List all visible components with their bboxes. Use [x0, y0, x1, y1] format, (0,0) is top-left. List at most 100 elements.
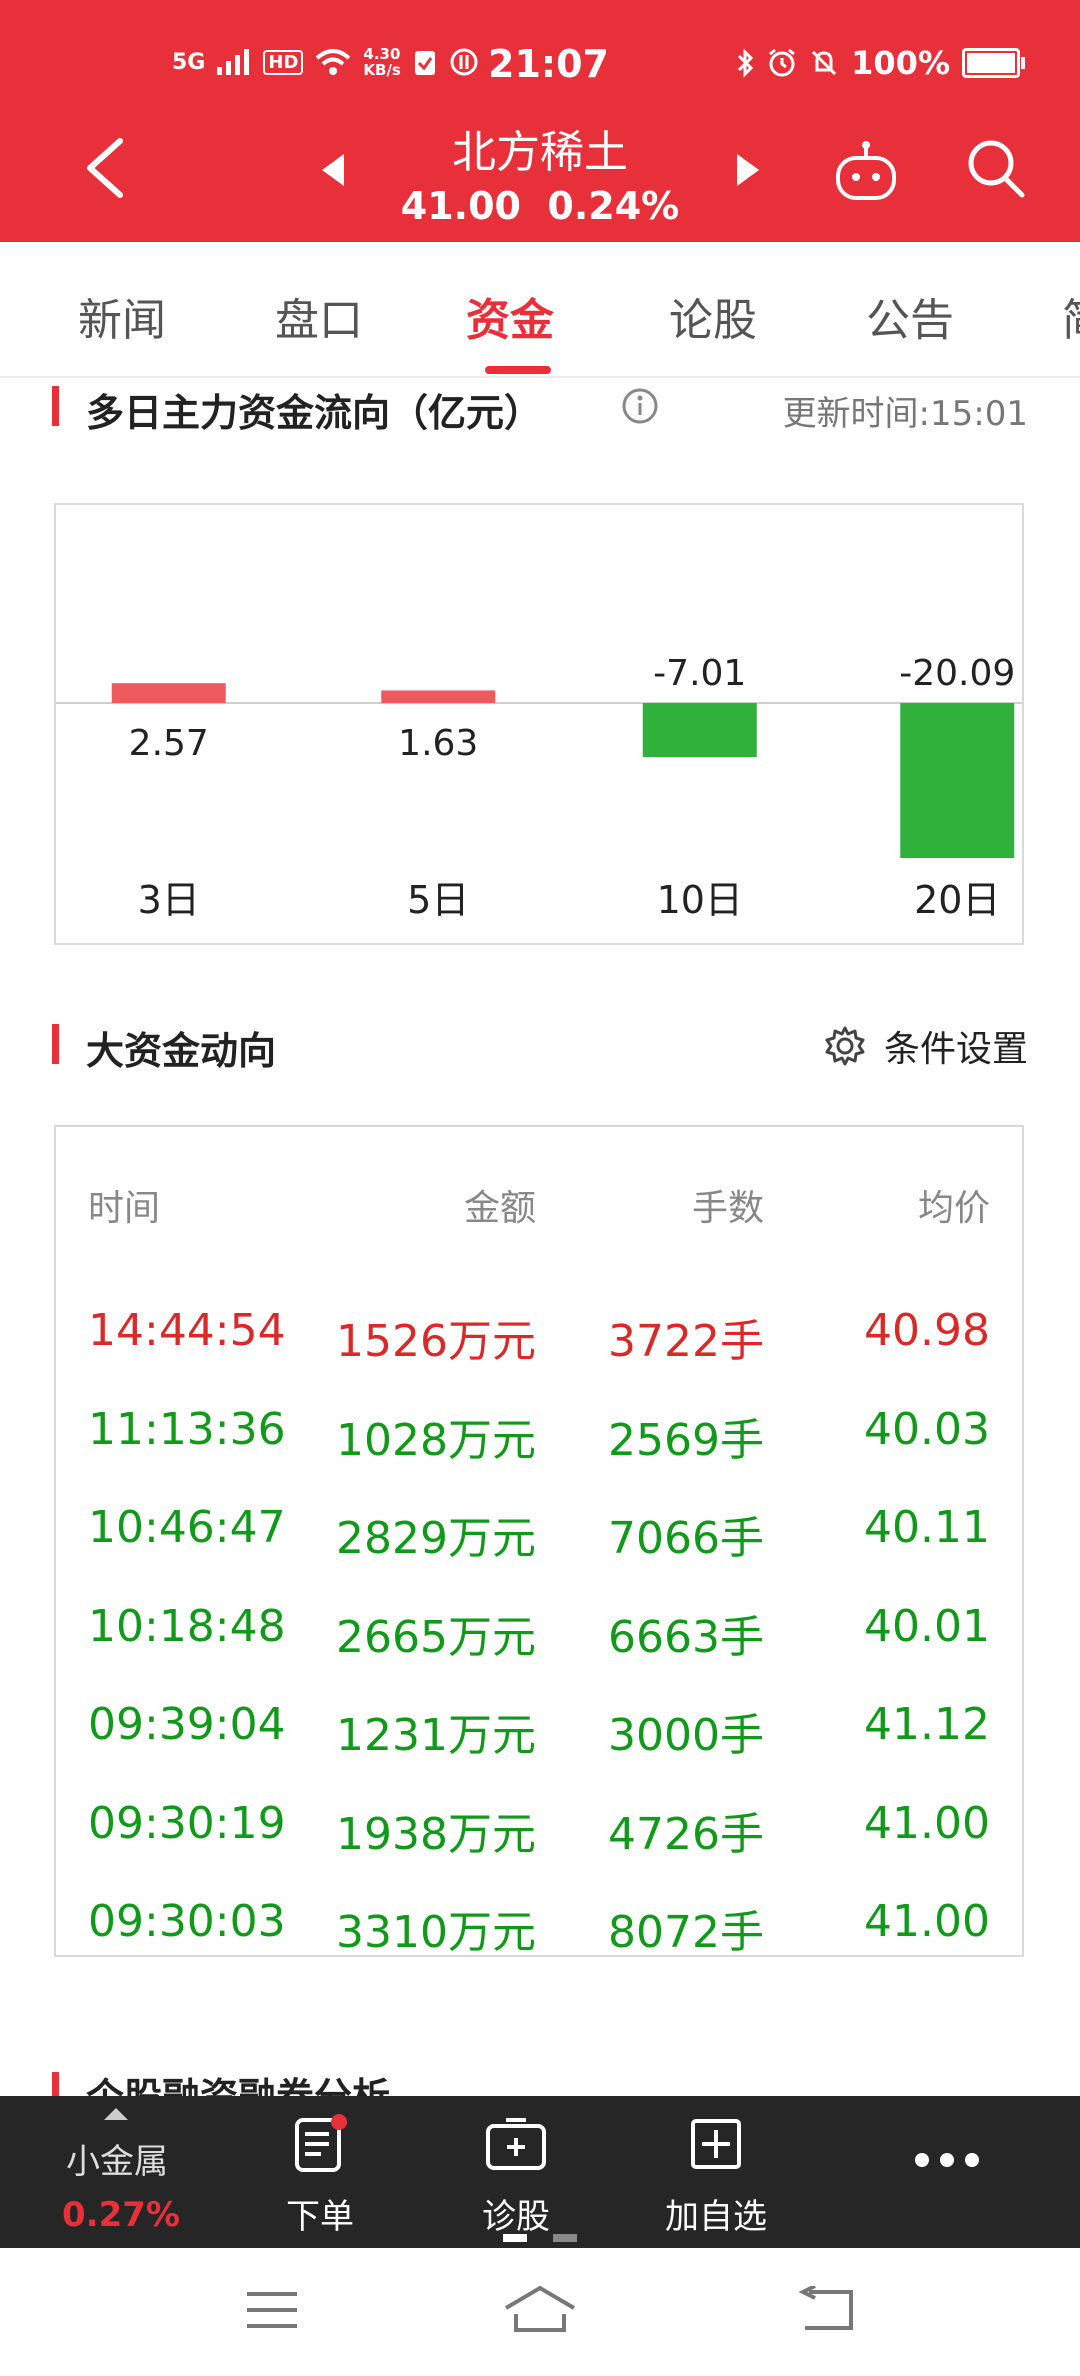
big-funds-title: 大资金动向 — [86, 1029, 277, 1073]
trade-amount: 2665万元 — [336, 1611, 536, 1663]
section-marker — [52, 2072, 59, 2098]
margin-section-peek: 个股融资融券分析 — [0, 2058, 1080, 2098]
fund-flow-title: 多日主力资金流向（亿元） — [86, 391, 543, 435]
order-label: 下单 — [286, 2197, 354, 2237]
table-row[interactable]: 11:13:36 1028万元 2569手 40.03 — [56, 1384, 1022, 1482]
prev-stock-icon[interactable] — [318, 152, 348, 188]
condition-settings-button[interactable]: 条件设置 — [824, 1020, 1028, 1072]
trade-avg-price: 40.01 — [864, 1600, 990, 1652]
next-stock-icon[interactable] — [733, 152, 763, 188]
bar-5日 — [381, 690, 496, 703]
page-indicator — [503, 2234, 577, 2242]
bottom-toolbar: 小金属 0.27% 下单 诊股 加自选 — [0, 2096, 1080, 2248]
tab-announcements[interactable]: 公告 — [866, 284, 954, 348]
tab-active-indicator — [485, 366, 551, 374]
search-icon[interactable] — [966, 138, 1026, 200]
trade-time: 14:44:54 — [88, 1305, 286, 1356]
margin-analysis-title: 个股融资融券分析 — [86, 2075, 391, 2098]
table-row[interactable]: 09:30:19 1938万元 4726手 41.00 — [56, 1778, 1022, 1876]
add-watchlist-button[interactable]: 加自选 — [656, 2114, 776, 2238]
trade-time: 10:46:47 — [88, 1502, 286, 1553]
trade-lots: 3722手 — [608, 1316, 764, 1367]
category-label: 20日 — [914, 878, 1000, 922]
bar-value-label: -7.01 — [653, 653, 746, 694]
section-marker — [52, 1024, 59, 1064]
table-row[interactable]: 10:46:47 2829万元 7066手 40.11 — [56, 1482, 1022, 1580]
back-arrow-icon[interactable] — [80, 135, 130, 201]
diagnose-kit-icon — [486, 2118, 546, 2170]
trade-avg-price: 41.12 — [864, 1699, 990, 1750]
battery-text: 100% — [851, 44, 950, 82]
trade-amount: 2829万元 — [336, 1513, 536, 1564]
status-time: 21:07 — [488, 42, 609, 86]
trade-amount: 1526万元 — [336, 1316, 536, 1367]
more-icon[interactable] — [912, 2150, 982, 2170]
table-row[interactable]: 14:44:54 1526万元 3722手 40.98 — [56, 1285, 1022, 1383]
add-watchlist-label: 加自选 — [665, 2197, 767, 2237]
tab-profile[interactable]: 简 — [1062, 284, 1080, 348]
diagnose-label: 诊股 — [482, 2197, 550, 2237]
trade-avg-price: 40.03 — [864, 1403, 990, 1455]
category-label: 10日 — [657, 878, 743, 922]
column-header-time: 时间 — [88, 1188, 161, 1229]
add-square-icon — [691, 2119, 741, 2169]
menu-icon[interactable] — [245, 2288, 299, 2332]
column-header-lots: 手数 — [691, 1188, 764, 1229]
bar-10日 — [642, 703, 757, 758]
table-row[interactable]: 09:30:03 3310万元 8072手 41.00 — [56, 1876, 1022, 1974]
expand-up-icon[interactable] — [102, 2106, 130, 2122]
trade-time: 10:18:48 — [88, 1600, 286, 1652]
gear-icon — [825, 1026, 865, 1066]
tab-bar: 新闻 盘口 资金 论股 公告 简 — [0, 242, 1080, 378]
bar-value-label: -20.09 — [899, 653, 1015, 694]
status-bar: 5G HD 4.30 KB/s 21:07 100% — [0, 38, 1080, 94]
back-nav-icon[interactable] — [795, 2286, 855, 2334]
table-row[interactable]: 10:18:48 2665万元 6663手 40.01 — [56, 1581, 1022, 1679]
trade-lots: 6663手 — [608, 1611, 764, 1663]
trade-lots: 3000手 — [608, 1710, 764, 1761]
info-icon[interactable] — [620, 386, 660, 426]
system-navigation-bar — [0, 2248, 1080, 2376]
condition-settings-label: 条件设置 — [883, 1029, 1028, 1070]
tab-funds[interactable]: 资金 — [466, 284, 554, 348]
order-button[interactable]: 下单 — [270, 2114, 370, 2238]
trade-lots: 7066手 — [608, 1513, 764, 1564]
bar-value-label: 2.57 — [129, 723, 209, 764]
home-icon[interactable] — [502, 2284, 578, 2334]
bar-3日 — [111, 683, 226, 703]
trade-amount: 3310万元 — [336, 1907, 536, 1958]
sector-name: 小金属 — [66, 2142, 168, 2182]
status-right: 100% — [735, 44, 1025, 82]
diagnose-stock-button[interactable]: 诊股 — [466, 2114, 566, 2238]
trade-time: 09:30:03 — [88, 1896, 286, 1947]
trade-amount: 1231万元 — [336, 1710, 536, 1761]
big-funds-table: 时间 金额 手数 均价 14:44:54 1526万元 3722手 40.98 11:1… — [54, 1125, 1024, 1958]
trade-avg-price: 41.00 — [864, 1797, 990, 1849]
status-left: 5G HD 4.30 KB/s — [172, 46, 479, 78]
trade-avg-price: 41.00 — [864, 1896, 990, 1947]
net-speed-unit: KB/s — [363, 61, 401, 79]
robot-assistant-icon[interactable] — [834, 140, 898, 202]
trade-avg-price: 40.11 — [864, 1502, 990, 1553]
column-header-amount: 金额 — [463, 1188, 536, 1229]
order-document-icon — [295, 2114, 347, 2172]
fund-flow-chart-svg: 2.57 3日 1.63 5日 -7.01 10日 -20.09 20日 — [56, 653, 1022, 922]
column-header-avg-price: 均价 — [917, 1188, 990, 1229]
signal-icon — [217, 49, 250, 75]
tab-quote[interactable]: 盘口 — [275, 284, 363, 348]
trade-amount: 1028万元 — [336, 1414, 536, 1466]
trade-time: 09:39:04 — [88, 1699, 286, 1750]
table-row[interactable]: 09:39:04 1231万元 3000手 41.12 — [56, 1679, 1022, 1777]
sector-metal-widget[interactable]: 小金属 0.27% — [62, 2134, 180, 2235]
trade-amount: 1938万元 — [336, 1808, 536, 1860]
wifi-icon — [316, 49, 351, 75]
tab-news[interactable]: 新闻 — [78, 284, 166, 348]
stock-name: 北方稀土 — [452, 127, 628, 178]
trade-time: 11:13:36 — [88, 1403, 286, 1455]
trade-avg-price: 40.98 — [864, 1305, 990, 1356]
clipboard-check-icon — [414, 51, 435, 75]
category-label: 5日 — [407, 878, 469, 922]
tab-forum[interactable]: 论股 — [669, 284, 757, 348]
network-label: 5G — [172, 49, 206, 75]
category-label: 3日 — [138, 878, 200, 922]
